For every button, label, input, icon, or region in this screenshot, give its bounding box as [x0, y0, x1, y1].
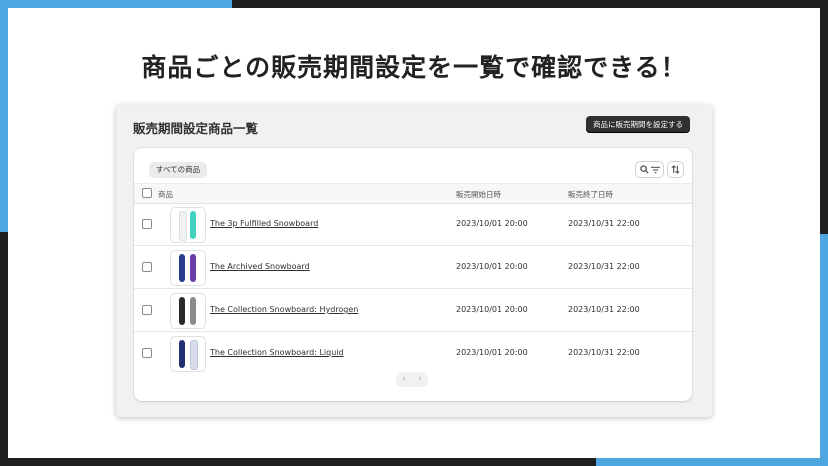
product-link[interactable]: The Collection Snowboard: Liquid	[210, 348, 344, 357]
product-thumbnail	[170, 207, 206, 243]
sort-icon	[671, 165, 680, 174]
search-filter-button[interactable]	[635, 161, 664, 178]
chevron-right-icon[interactable]: ›	[412, 372, 428, 387]
search-icon	[639, 165, 649, 174]
select-all-checkbox[interactable]	[142, 188, 152, 198]
product-thumbnail	[170, 336, 206, 372]
chevron-left-icon[interactable]: ‹	[396, 372, 412, 387]
slide: 商品ごとの販売期間設定を一覧で確認できる！ 販売期間設定商品一覧 商品に販売期間…	[8, 8, 820, 458]
table-row[interactable]: The Archived Snowboard 2023/10/01 20:00 …	[134, 246, 692, 289]
product-link[interactable]: The 3p Fulfilled Snowboard	[210, 219, 318, 228]
set-sales-period-button[interactable]: 商品に販売期間を設定する	[586, 116, 690, 133]
table-row[interactable]: The Collection Snowboard: Liquid 2023/10…	[134, 332, 692, 374]
product-thumbnail	[170, 250, 206, 286]
column-header-product: 商品	[158, 190, 173, 199]
page-title: 販売期間設定商品一覧	[133, 121, 259, 136]
filter-icon	[650, 166, 660, 173]
table-row[interactable]: The Collection Snowboard: Hydrogen 2023/…	[134, 289, 692, 332]
headline: 商品ごとの販売期間設定を一覧で確認できる！	[141, 53, 687, 82]
pagination: ‹ ›	[396, 372, 428, 387]
product-link[interactable]: The Collection Snowboard: Hydrogen	[210, 305, 358, 314]
column-header-start: 販売開始日時	[456, 190, 501, 199]
sort-button[interactable]	[667, 161, 684, 178]
end-datetime: 2023/10/31 22:00	[568, 219, 640, 228]
column-header-end: 販売終了日時	[568, 190, 613, 199]
accent-bar-left-top	[0, 0, 8, 232]
table-header: 商品 販売開始日時 販売終了日時	[134, 183, 692, 204]
start-datetime: 2023/10/01 20:00	[456, 219, 528, 228]
accent-bar-bottom-right	[596, 458, 828, 466]
start-datetime: 2023/10/01 20:00	[456, 305, 528, 314]
end-datetime: 2023/10/31 22:00	[568, 262, 640, 271]
row-checkbox[interactable]	[142, 262, 152, 272]
accent-bar-top-left	[0, 0, 232, 8]
app-window: 販売期間設定商品一覧 商品に販売期間を設定する すべての商品 商品 販売開始日時…	[116, 105, 712, 417]
products-card: すべての商品 商品 販売開始日時 販売終了日時 The 3p Fulfilled…	[134, 148, 692, 401]
table-row[interactable]: The 3p Fulfilled Snowboard 2023/10/01 20…	[134, 203, 692, 246]
accent-bar-right-bottom	[820, 234, 828, 466]
start-datetime: 2023/10/01 20:00	[456, 262, 528, 271]
row-checkbox[interactable]	[142, 219, 152, 229]
end-datetime: 2023/10/31 22:00	[568, 348, 640, 357]
product-link[interactable]: The Archived Snowboard	[210, 262, 310, 271]
start-datetime: 2023/10/01 20:00	[456, 348, 528, 357]
end-datetime: 2023/10/31 22:00	[568, 305, 640, 314]
row-checkbox[interactable]	[142, 348, 152, 358]
tab-all-products[interactable]: すべての商品	[149, 162, 208, 178]
row-checkbox[interactable]	[142, 305, 152, 315]
product-thumbnail	[170, 293, 206, 329]
